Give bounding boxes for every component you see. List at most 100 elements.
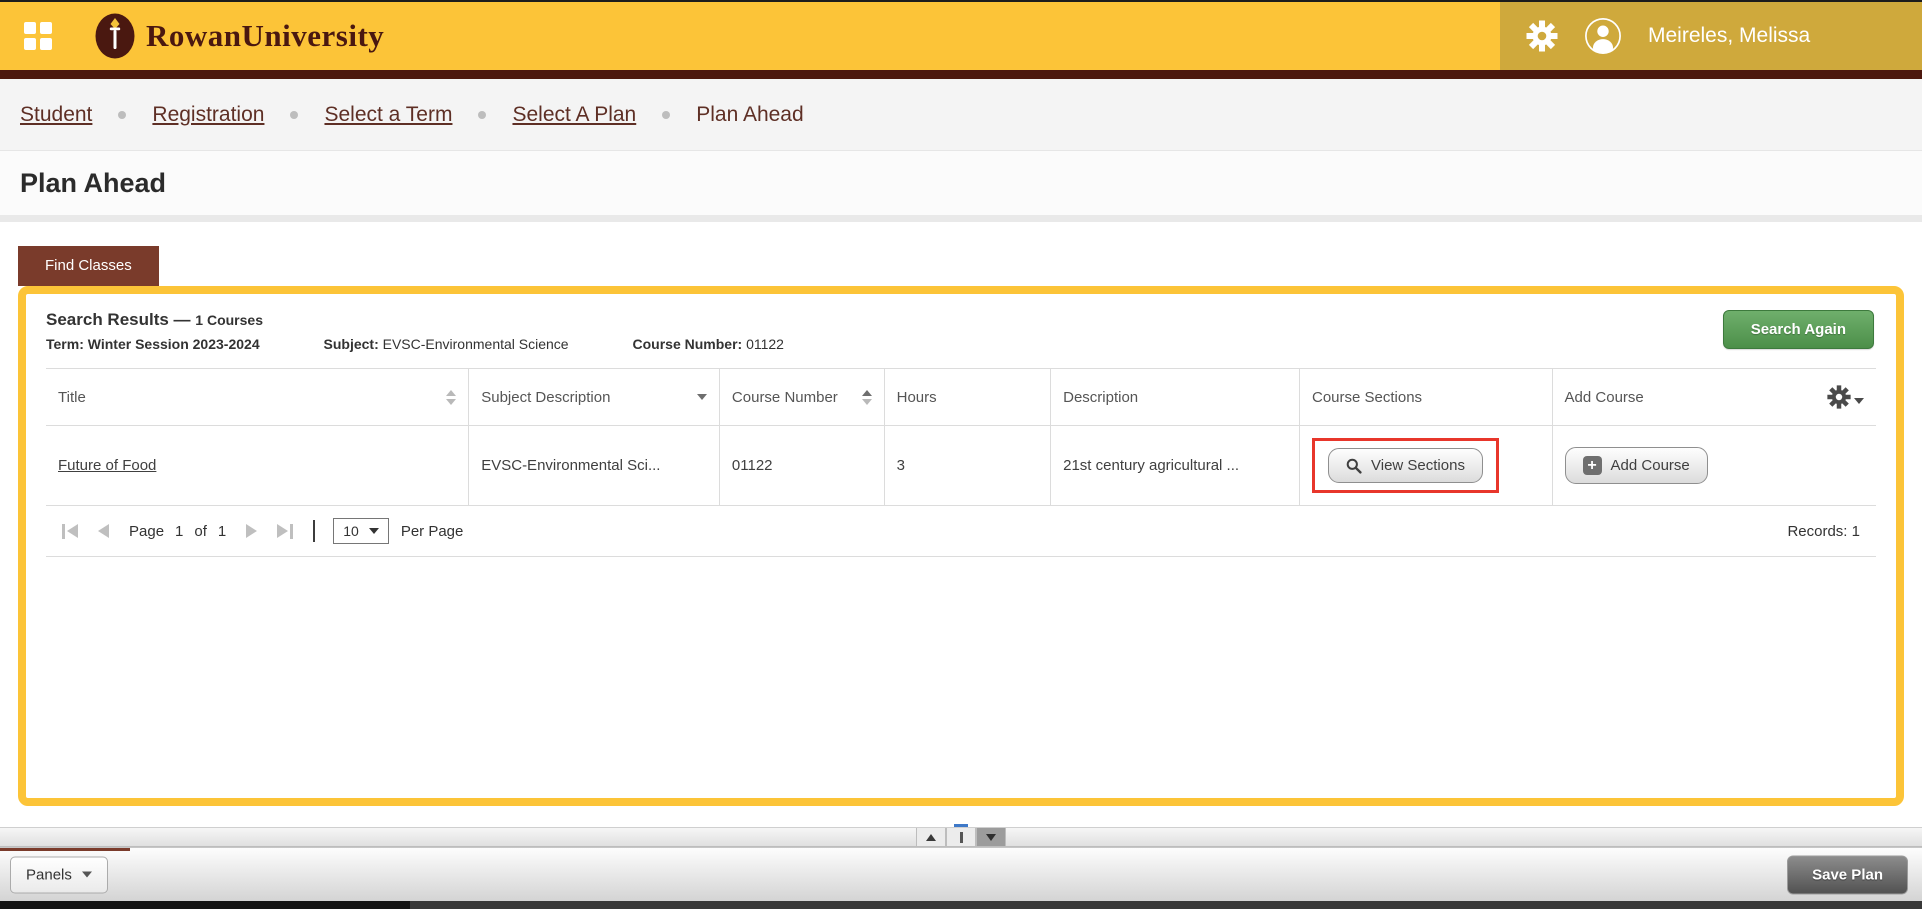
previous-page-button[interactable] [98, 524, 109, 538]
last-page-button[interactable] [277, 524, 293, 539]
results-count: 1 Courses [195, 312, 263, 328]
column-header-title-label: Title [58, 389, 86, 406]
breadcrumb-separator [478, 111, 486, 119]
breadcrumb-separator [662, 111, 670, 119]
results-header: Search Results — 1 Courses Term: Winter … [46, 310, 1876, 352]
of-label: of [194, 523, 207, 540]
cell-course-sections: View Sections [1300, 426, 1553, 506]
app-menu-grid-icon[interactable] [24, 22, 52, 50]
column-header-title[interactable]: Title [46, 369, 469, 426]
breadcrumb-separator [118, 111, 126, 119]
term-label: Term: [46, 336, 84, 352]
cell-add-course: + Add Course [1552, 426, 1876, 506]
course-number-value: 01122 [746, 336, 784, 352]
column-header-hours-label: Hours [897, 389, 937, 406]
column-header-sections-label: Course Sections [1312, 389, 1422, 406]
breadcrumb-select-a-plan[interactable]: Select A Plan [512, 103, 636, 127]
table-settings-gear-icon[interactable] [1827, 385, 1864, 409]
splitter-drag-handle[interactable] [946, 828, 976, 846]
criteria-term: Term: Winter Session 2023-2024 [46, 336, 264, 352]
first-page-button[interactable] [62, 524, 78, 539]
subject-value: EVSC-Environmental Science [383, 336, 569, 352]
plus-icon: + [1583, 456, 1602, 475]
results-heading-text: Search Results — [46, 310, 191, 329]
view-sections-highlight-box: View Sections [1312, 438, 1499, 493]
total-pages-value: 1 [218, 523, 226, 540]
term-value: Winter Session 2023-2024 [88, 336, 260, 352]
settings-gear-icon[interactable] [1526, 20, 1558, 52]
brown-divider-bar [0, 70, 1922, 79]
breadcrumb: Student Registration Select a Term Selec… [0, 79, 1922, 151]
course-number-label: Course Number: [633, 336, 743, 352]
bottom-toolbar: Panels Save Plan [0, 847, 1922, 901]
view-sections-button[interactable]: View Sections [1328, 448, 1483, 483]
top-bar-user-area: Meireles, Melissa [1500, 2, 1922, 70]
top-bar: RowanUniversity [0, 2, 1922, 70]
pagination-divider [313, 520, 315, 542]
cell-title: Future of Food [46, 426, 469, 506]
column-header-add-label: Add Course [1565, 389, 1644, 406]
column-header-course-number[interactable]: Course Number [719, 369, 884, 426]
criteria-course-number: Course Number: 01122 [633, 336, 784, 352]
per-page-label: Per Page [401, 523, 464, 540]
records-count: Records: 1 [1787, 523, 1860, 540]
user-avatar-icon[interactable] [1584, 17, 1622, 55]
course-title-link[interactable]: Future of Food [58, 457, 156, 474]
sort-asc-icon [862, 390, 872, 405]
search-again-button[interactable]: Search Again [1723, 310, 1874, 349]
per-page-select[interactable]: 10 [333, 518, 389, 544]
table-row: Future of Food EVSC-Environmental Sci...… [46, 426, 1876, 506]
cell-subject: EVSC-Environmental Sci... [469, 426, 720, 506]
panels-caret-icon [82, 872, 92, 878]
sort-desc-icon [697, 394, 707, 400]
brand: RowanUniversity [94, 2, 384, 70]
next-page-button[interactable] [246, 524, 257, 538]
user-name[interactable]: Meireles, Melissa [1648, 24, 1810, 48]
cell-course-number: 01122 [719, 426, 884, 506]
current-page-value[interactable]: 1 [175, 523, 183, 540]
select-caret-icon [369, 528, 379, 534]
breadcrumb-plan-ahead-current: Plan Ahead [696, 103, 803, 127]
magnifier-icon [1346, 458, 1362, 474]
column-header-subject-description[interactable]: Subject Description [469, 369, 720, 426]
results-heading: Search Results — 1 Courses [46, 310, 1876, 330]
subject-label: Subject: [324, 336, 379, 352]
add-course-button[interactable]: + Add Course [1565, 447, 1708, 484]
breadcrumb-registration[interactable]: Registration [152, 103, 264, 127]
footer-maroon-tick [0, 848, 130, 851]
save-plan-button[interactable]: Save Plan [1787, 855, 1908, 894]
panels-button[interactable]: Panels [10, 856, 108, 893]
tab-find-classes[interactable]: Find Classes [18, 246, 159, 286]
panel-splitter [0, 827, 1922, 847]
panels-label: Panels [26, 866, 72, 883]
table-header-row: Title Subject Description Course Number [46, 369, 1876, 426]
splitter-controls [916, 828, 1006, 846]
page-label: Page [129, 523, 164, 540]
column-header-subject-label: Subject Description [481, 389, 610, 406]
main-content: Find Classes Search Results — 1 Courses … [0, 222, 1922, 827]
bottom-strip [0, 901, 1922, 909]
add-course-label: Add Course [1611, 457, 1690, 474]
expand-up-button[interactable] [916, 828, 946, 846]
page-title: Plan Ahead [20, 168, 166, 199]
view-sections-label: View Sections [1371, 457, 1465, 474]
pagination-bar: Page 1 of 1 10 [62, 518, 1860, 544]
column-header-description[interactable]: Description [1051, 369, 1300, 426]
brand-text: RowanUniversity [146, 18, 384, 54]
breadcrumb-select-a-term[interactable]: Select a Term [324, 103, 452, 127]
criteria-subject: Subject: EVSC-Environmental Science [324, 336, 573, 352]
splitter-blue-tick [954, 824, 968, 827]
breadcrumb-separator [290, 111, 298, 119]
sort-icon [446, 390, 456, 405]
column-header-course-number-label: Course Number [732, 389, 838, 406]
column-header-course-sections[interactable]: Course Sections [1300, 369, 1553, 426]
breadcrumb-student[interactable]: Student [20, 103, 92, 127]
collapse-down-button[interactable] [976, 828, 1006, 846]
cell-description: 21st century agricultural ... [1051, 426, 1300, 506]
column-header-add-course[interactable]: Add Course [1552, 369, 1876, 426]
column-header-hours[interactable]: Hours [884, 369, 1051, 426]
page-title-bar: Plan Ahead [0, 151, 1922, 222]
results-criteria: Term: Winter Session 2023-2024 Subject: … [46, 336, 1876, 352]
rowan-torch-logo [94, 13, 136, 59]
gear-caret-icon [1854, 398, 1864, 404]
